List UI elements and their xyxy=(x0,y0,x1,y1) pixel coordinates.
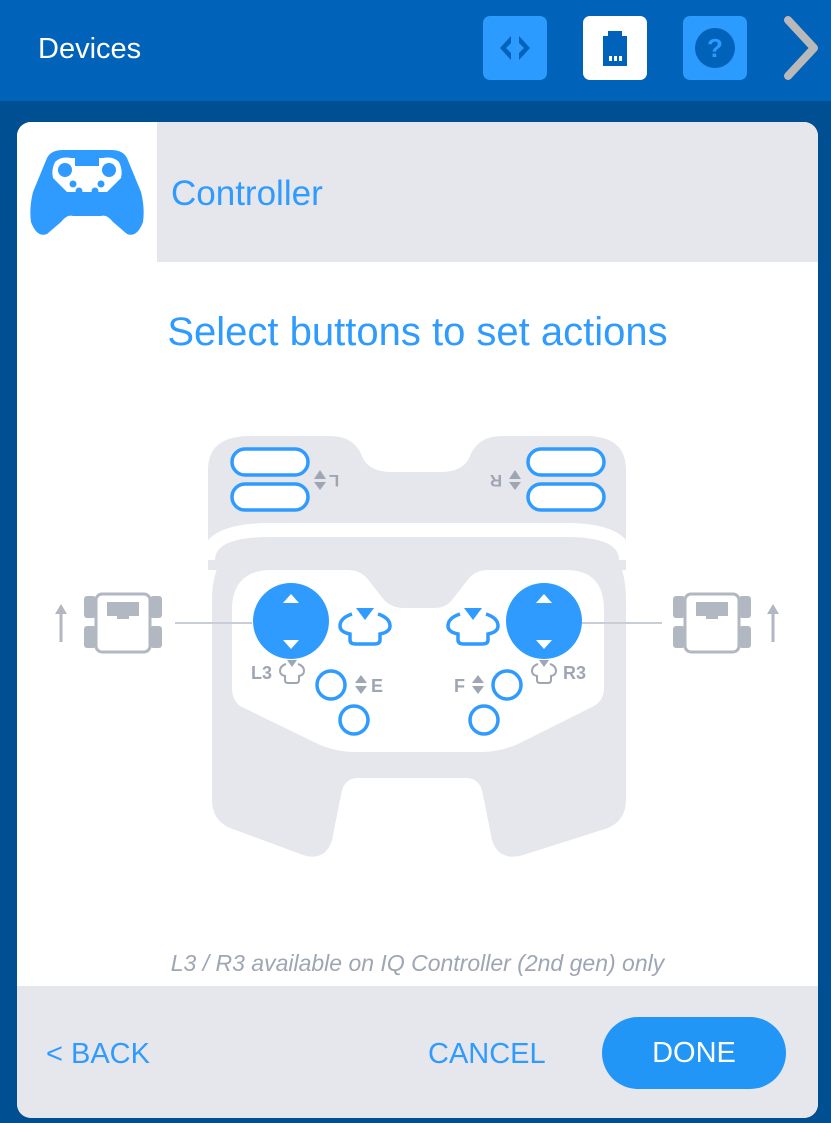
f-up-button[interactable] xyxy=(491,669,523,701)
right-joystick-horizontal[interactable] xyxy=(446,608,500,646)
instruction-heading: Select buttons to set actions xyxy=(167,310,668,354)
top-bar: Devices ? xyxy=(0,0,831,101)
availability-note: L3 / R3 available on IQ Controller (2nd … xyxy=(170,950,665,976)
l-up-bumper-button[interactable] xyxy=(230,447,310,477)
right-bumper-label: R xyxy=(490,471,502,490)
chevron-right-icon xyxy=(784,16,818,80)
e-label: E xyxy=(371,676,383,696)
l-down-bumper-button[interactable] xyxy=(230,482,310,512)
help-button[interactable]: ? xyxy=(683,16,747,80)
devices-button[interactable] xyxy=(583,16,647,80)
back-button[interactable]: < BACK xyxy=(46,1036,150,1072)
right-joystick[interactable] xyxy=(506,583,582,659)
down-arrow-icon xyxy=(314,482,326,490)
left-joystick-horizontal[interactable] xyxy=(338,608,392,646)
right-drive-icon xyxy=(673,592,779,654)
cancel-button[interactable]: CANCEL xyxy=(428,1036,546,1072)
left-bumper-label: L xyxy=(329,471,339,490)
shell-divider xyxy=(201,523,633,561)
up-arrow-icon xyxy=(472,675,484,683)
down-arrow-icon xyxy=(472,686,484,694)
l3-label: L3 xyxy=(251,663,272,683)
up-arrow-icon xyxy=(509,470,521,479)
r-down-bumper-button[interactable] xyxy=(526,482,606,512)
panel-footer: < BACK CANCEL DONE xyxy=(17,986,818,1118)
left-joystick[interactable] xyxy=(253,583,329,659)
gamepad-icon xyxy=(30,150,144,235)
port-icon xyxy=(603,31,627,66)
up-arrow-icon xyxy=(355,675,367,683)
down-arrow-icon xyxy=(509,482,521,490)
left-drive-icon xyxy=(55,592,162,654)
r3-press-icon xyxy=(530,660,558,684)
device-icon-cell xyxy=(17,122,157,262)
r-up-bumper-button[interactable] xyxy=(526,447,606,477)
code-brackets-icon xyxy=(500,36,530,60)
device-config-panel: Controller Select buttons to set actions xyxy=(17,122,818,1118)
down-arrow-icon xyxy=(355,686,367,694)
device-name: Controller xyxy=(171,174,323,213)
controller-body-shell xyxy=(212,530,626,857)
e-down-button[interactable] xyxy=(338,704,370,736)
help-icon: ? xyxy=(695,28,735,68)
device-title-cell: Controller xyxy=(157,122,818,262)
svg-text:?: ? xyxy=(707,33,723,63)
f-down-button[interactable] xyxy=(468,704,500,736)
next-button[interactable] xyxy=(776,16,826,80)
r3-label: R3 xyxy=(563,663,586,683)
code-view-button[interactable] xyxy=(483,16,547,80)
l3-press-icon xyxy=(278,660,306,684)
panel-header: Controller xyxy=(17,122,818,262)
done-button[interactable]: DONE xyxy=(602,1017,786,1089)
up-arrow-icon xyxy=(314,470,326,479)
app-title: Devices xyxy=(38,33,142,65)
e-up-button[interactable] xyxy=(315,669,347,701)
f-label: F xyxy=(454,676,465,696)
